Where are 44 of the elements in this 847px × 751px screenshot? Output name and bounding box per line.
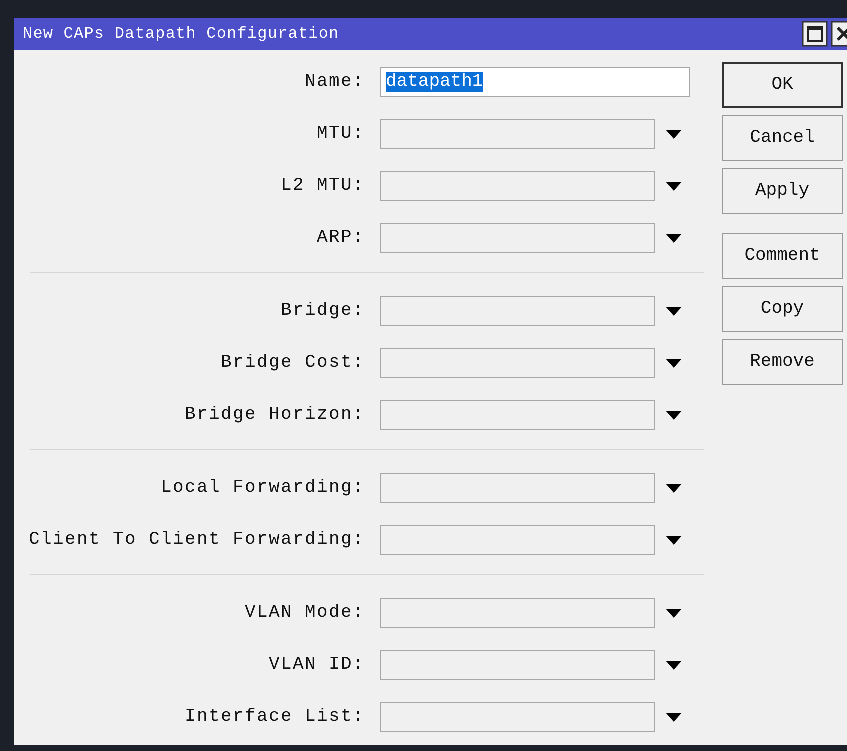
- field-label: Bridge Horizon:: [184, 405, 365, 425]
- dropdown-field[interactable]: [380, 702, 655, 732]
- dropdown-arrow-icon[interactable]: [666, 306, 682, 316]
- field-label: Local Forwarding:: [160, 478, 365, 498]
- dropdown-field[interactable]: [380, 348, 655, 378]
- field-label: Bridge Cost:: [220, 353, 365, 373]
- dialog-button[interactable]: Copy: [722, 286, 843, 332]
- field-label: Interface List:: [184, 707, 365, 727]
- window-title: New CAPs Datapath Configuration: [23, 25, 340, 43]
- field-label: Client To Client Forwarding:: [28, 530, 365, 550]
- field-label: MTU:: [316, 124, 365, 144]
- dropdown-arrow-icon[interactable]: [666, 484, 682, 492]
- field-label: Name:: [304, 72, 365, 92]
- field-label: ARP:: [316, 228, 365, 248]
- dropdown-arrow-icon[interactable]: [666, 358, 682, 368]
- dropdown-field[interactable]: [380, 650, 655, 680]
- dropdown-field[interactable]: [380, 223, 655, 253]
- dropdown-arrow-icon[interactable]: [666, 234, 682, 242]
- field-label: VLAN Mode:: [244, 603, 365, 623]
- dropdown-arrow-icon[interactable]: [666, 712, 682, 722]
- name-field[interactable]: datapath1: [380, 67, 690, 97]
- dropdown-field[interactable]: [380, 171, 655, 201]
- dropdown-field[interactable]: [380, 598, 655, 628]
- dialog-button[interactable]: Comment: [722, 233, 843, 279]
- dropdown-arrow-icon[interactable]: [666, 536, 682, 544]
- field-label: Bridge:: [280, 301, 365, 321]
- dialog-button[interactable]: Apply: [722, 168, 843, 214]
- dialog-button[interactable]: Cancel: [722, 115, 843, 161]
- field-label: VLAN ID:: [268, 655, 365, 675]
- dropdown-field[interactable]: [380, 525, 655, 555]
- field-value: datapath1: [386, 72, 484, 92]
- field-label: L2 MTU:: [280, 176, 365, 196]
- dialog-button[interactable]: Remove: [722, 339, 843, 385]
- dropdown-arrow-icon[interactable]: [666, 608, 682, 618]
- dropdown-arrow-icon[interactable]: [666, 660, 682, 670]
- maximize-icon[interactable]: [802, 21, 828, 47]
- dropdown-arrow-icon[interactable]: [666, 130, 682, 138]
- dialog-button[interactable]: OK: [722, 62, 843, 108]
- dropdown-arrow-icon[interactable]: [666, 410, 682, 420]
- dropdown-arrow-icon[interactable]: [666, 182, 682, 190]
- dropdown-field[interactable]: [380, 119, 655, 149]
- dropdown-field[interactable]: [380, 296, 655, 326]
- dropdown-field[interactable]: [380, 400, 655, 430]
- dropdown-field[interactable]: [380, 473, 655, 503]
